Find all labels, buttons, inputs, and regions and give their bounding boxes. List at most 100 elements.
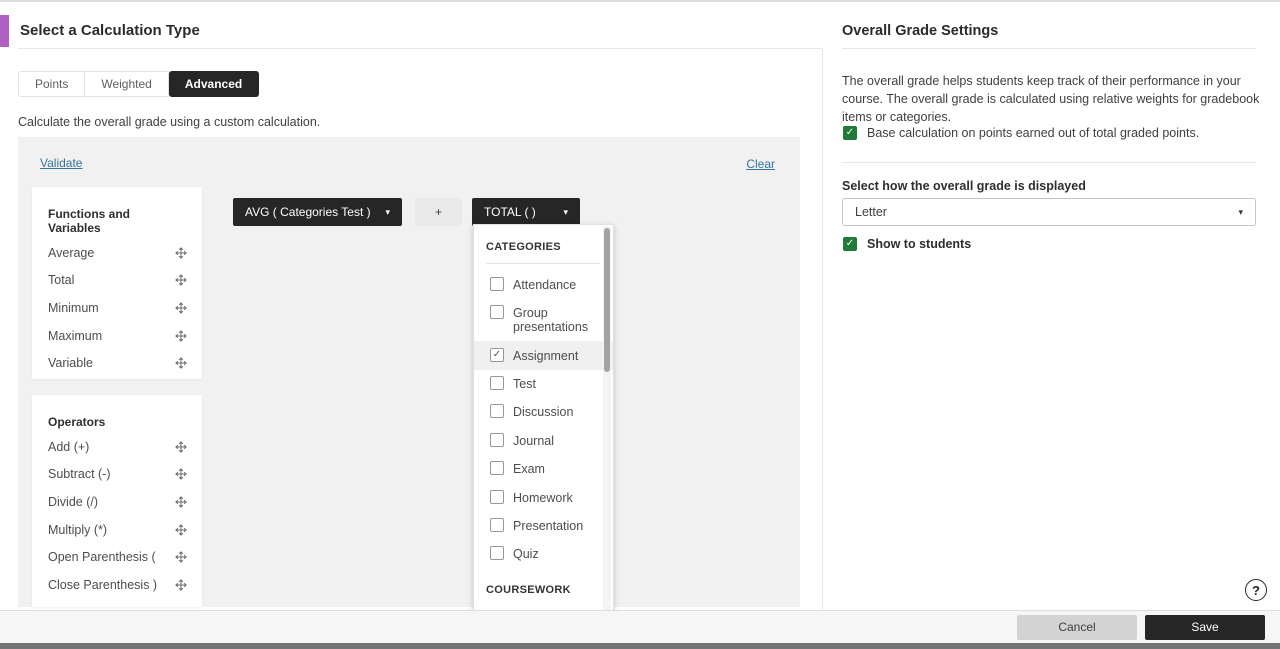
right-divider <box>842 48 1256 49</box>
dropdown-scrollbar-thumb[interactable] <box>604 228 610 372</box>
save-button[interactable]: Save <box>1145 614 1265 640</box>
base-points-checkbox-row[interactable]: ✓ Base calculation on points earned out … <box>843 126 1199 140</box>
checkbox[interactable]: ✓ <box>490 347 504 362</box>
option-label: Journal <box>513 433 554 448</box>
dropdown-section-categories: CATEGORIES <box>486 225 600 264</box>
move-icon <box>174 273 188 287</box>
operator-item-label: Divide (/) <box>48 494 99 509</box>
option-label: Attendance <box>513 277 577 292</box>
plus-operator-chip[interactable]: + <box>415 198 462 226</box>
clear-link[interactable]: Clear <box>746 157 775 171</box>
total-function-chip[interactable]: TOTAL ( ) ▾ <box>472 198 580 226</box>
checkbox[interactable]: ✓ <box>490 304 504 319</box>
avg-function-chip[interactable]: AVG ( Categories Test ) ▾ <box>233 198 402 226</box>
show-to-students-label: Show to students <box>867 237 972 251</box>
category-option-discussion[interactable]: ✓ Discussion <box>486 398 600 426</box>
grade-display-value: Letter <box>855 205 887 219</box>
operator-item-close-paren[interactable]: Close Parenthesis ) <box>32 571 202 599</box>
overall-grade-settings-title: Overall Grade Settings <box>842 23 999 39</box>
option-label: Group presentations <box>513 305 589 335</box>
show-to-students-checkbox[interactable]: ✓ <box>843 237 857 251</box>
base-points-checkbox[interactable]: ✓ <box>843 126 857 140</box>
category-option-quiz[interactable]: ✓ Quiz <box>486 540 600 568</box>
operators-panel: Operators Add (+) Subtract (-) Divide (/… <box>32 395 202 607</box>
function-item-label: Maximum <box>48 328 103 343</box>
operator-item-label: Open Parenthesis ( <box>48 550 156 565</box>
function-item-average[interactable]: Average <box>32 239 202 267</box>
move-icon <box>174 578 188 592</box>
function-item-label: Total <box>48 273 75 288</box>
grade-display-select[interactable]: Letter ▾ <box>842 198 1256 226</box>
function-item-maximum[interactable]: Maximum <box>32 322 202 350</box>
tab-weighted[interactable]: Weighted <box>85 71 169 97</box>
checkbox[interactable]: ✓ <box>490 461 504 476</box>
category-option-presentation[interactable]: ✓ Presentation <box>486 511 600 539</box>
checkbox[interactable]: ✓ <box>490 432 504 447</box>
validate-link[interactable]: Validate <box>40 156 82 170</box>
operator-item-label: Subtract (-) <box>48 467 111 482</box>
category-option-attendance[interactable]: ✓ Attendance <box>486 270 600 298</box>
calculation-canvas: Validate Clear Functions and Variables A… <box>18 137 800 607</box>
checkbox[interactable]: ✓ <box>490 376 504 390</box>
total-chip-label: TOTAL ( ) <box>484 205 536 219</box>
category-option-homework[interactable]: ✓ Homework <box>486 483 600 511</box>
show-to-students-checkbox-row[interactable]: ✓ Show to students <box>843 237 971 251</box>
option-label: Quiz <box>513 547 539 562</box>
window-bottom-edge <box>0 643 1280 649</box>
function-item-total[interactable]: Total <box>32 267 202 295</box>
chevron-down-icon: ▾ <box>385 206 390 217</box>
function-item-label: Minimum <box>48 300 99 315</box>
function-item-minimum[interactable]: Minimum <box>32 294 202 322</box>
category-option-journal[interactable]: ✓ Journal <box>486 426 600 454</box>
right-divider <box>842 162 1256 163</box>
total-categories-dropdown: CATEGORIES ✓ Attendance ✓ Group presenta… <box>473 224 614 614</box>
page-title: Select a Calculation Type <box>20 22 200 39</box>
operator-item-divide[interactable]: Divide (/) <box>32 488 202 516</box>
category-option-assignment[interactable]: ✓ Assignment <box>474 341 613 370</box>
move-icon <box>174 440 188 454</box>
option-label: Test <box>513 377 536 391</box>
avg-chip-label: AVG ( Categories Test ) <box>245 205 371 219</box>
checkbox[interactable]: ✓ <box>490 546 504 561</box>
category-option-group-presentations[interactable]: ✓ Group presentations <box>486 298 600 341</box>
plus-chip-label: + <box>434 205 442 219</box>
category-option-test[interactable]: ✓ Test <box>486 370 600 398</box>
tab-advanced[interactable]: Advanced <box>168 71 260 97</box>
tab-points[interactable]: Points <box>18 71 86 97</box>
move-icon <box>174 246 188 260</box>
checkbox[interactable]: ✓ <box>490 404 504 419</box>
dropdown-scrollbar-track[interactable] <box>603 226 611 613</box>
cancel-button[interactable]: Cancel <box>1017 614 1137 640</box>
checkbox[interactable]: ✓ <box>490 517 504 532</box>
functions-panel-title: Functions and Variables <box>48 207 130 235</box>
column-divider <box>822 49 823 610</box>
display-select-label: Select how the overall grade is displaye… <box>842 179 1086 193</box>
option-label: Homework <box>513 490 573 505</box>
overall-grade-description: The overall grade helps students keep tr… <box>842 74 1260 125</box>
operator-item-subtract[interactable]: Subtract (-) <box>32 461 202 489</box>
function-item-variable[interactable]: Variable <box>32 349 202 377</box>
help-icon[interactable]: ? <box>1245 579 1267 601</box>
dropdown-section-coursework: COURSEWORK <box>486 584 571 597</box>
operator-item-multiply[interactable]: Multiply (*) <box>32 516 202 544</box>
option-label: Exam <box>513 462 545 477</box>
functions-panel: Functions and Variables Average Total Mi… <box>32 187 202 379</box>
operator-item-add[interactable]: Add (+) <box>32 433 202 461</box>
operators-panel-title: Operators <box>48 415 106 429</box>
operator-item-label: Multiply (*) <box>48 522 108 537</box>
function-item-label: Average <box>48 245 95 260</box>
option-label: Discussion <box>513 405 574 420</box>
move-icon <box>174 301 188 315</box>
footer-bar: Cancel Save <box>0 610 1280 643</box>
move-icon <box>174 550 188 564</box>
operator-item-open-paren[interactable]: Open Parenthesis ( <box>32 543 202 571</box>
checkbox[interactable]: ✓ <box>490 489 504 504</box>
calculation-type-tabs: Points Weighted Advanced <box>18 71 260 97</box>
option-label: Presentation <box>513 518 584 533</box>
base-points-label: Base calculation on points earned out of… <box>867 126 1200 140</box>
move-icon <box>174 329 188 343</box>
title-divider <box>18 48 822 49</box>
category-option-exam[interactable]: ✓ Exam <box>486 455 600 483</box>
chevron-down-icon: ▾ <box>1238 206 1243 217</box>
checkbox[interactable]: ✓ <box>490 276 504 291</box>
